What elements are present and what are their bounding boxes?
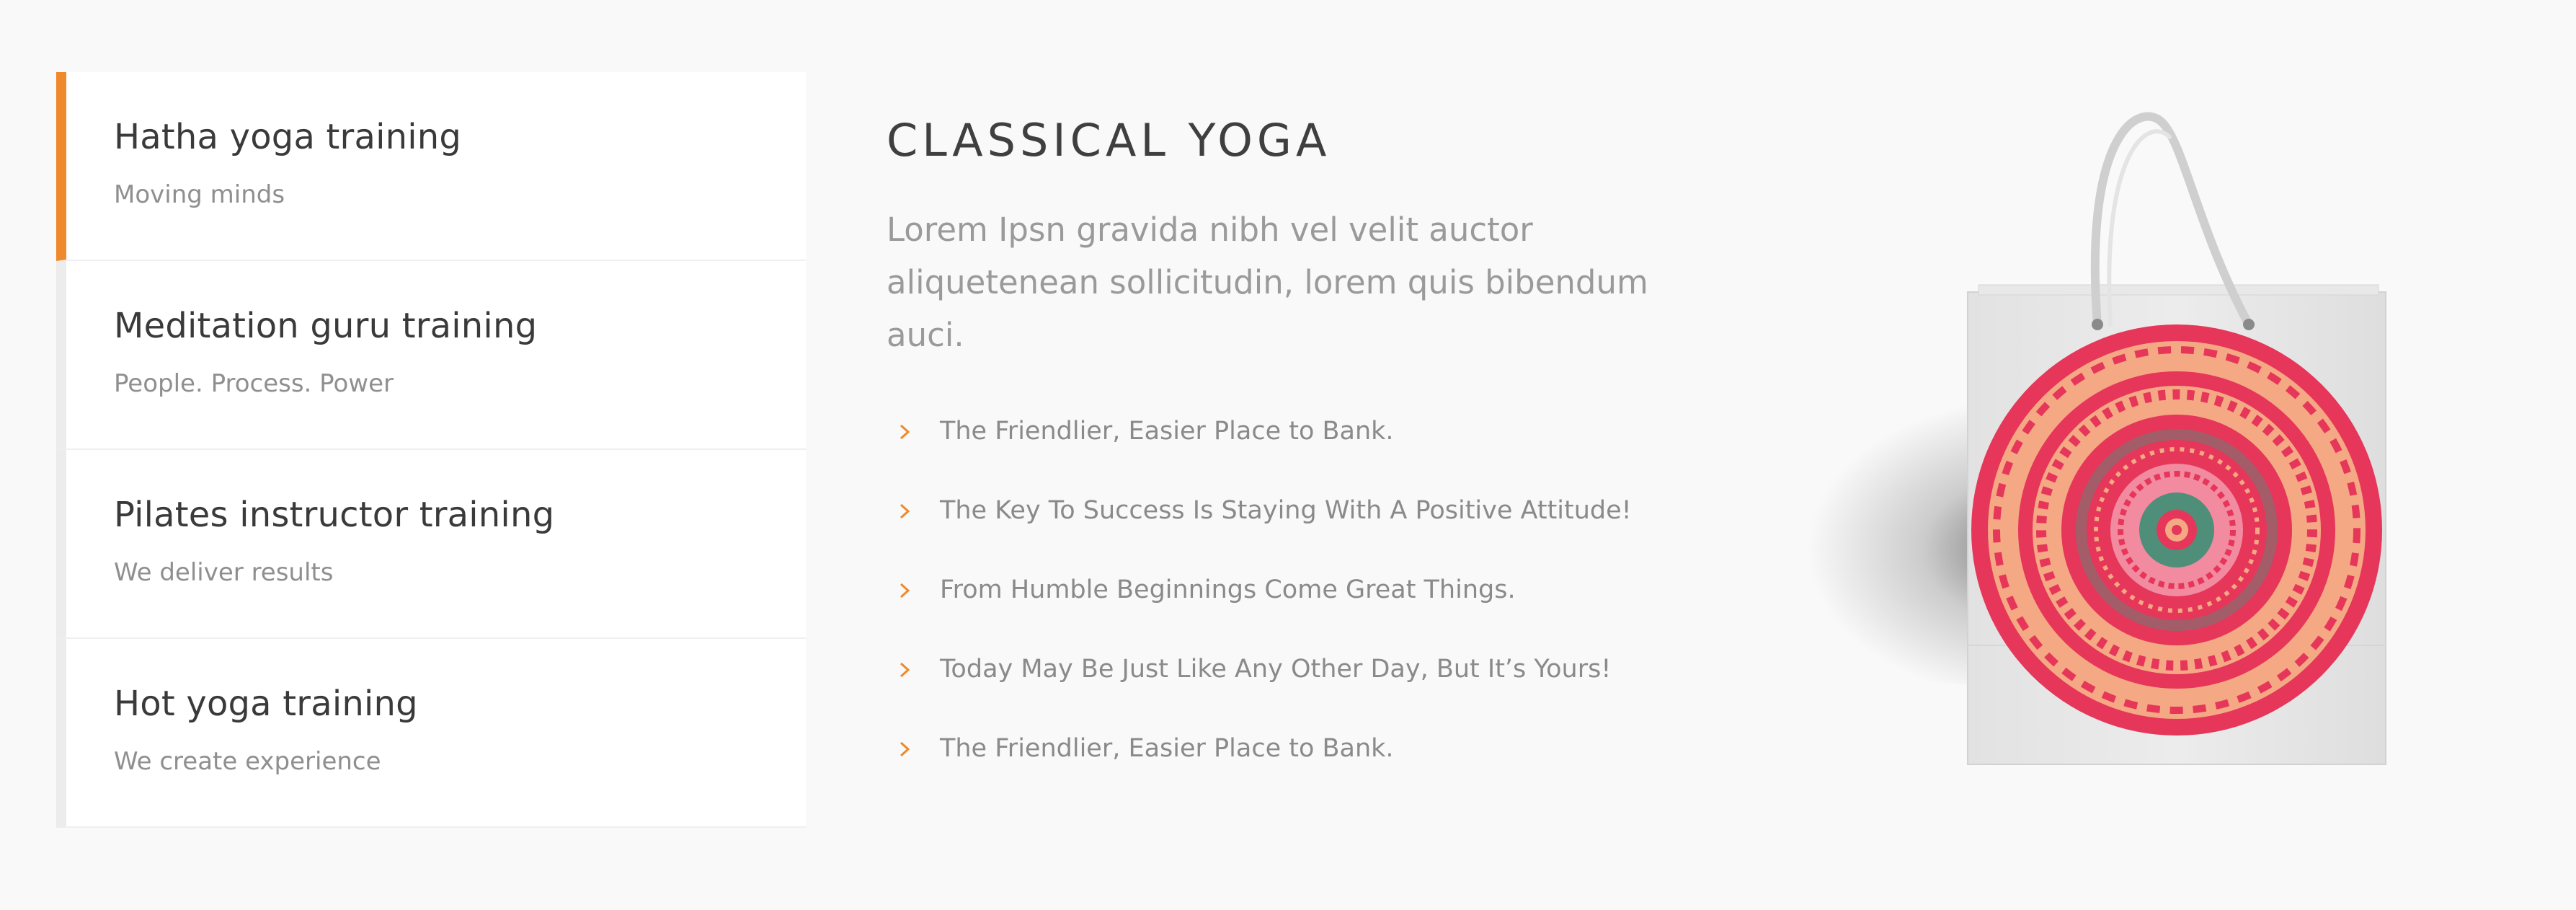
chevron-right-icon [900, 583, 910, 598]
tab-meditation-guru-training[interactable]: Meditation guru training People. Process… [56, 261, 806, 450]
feature-text: From Humble Beginnings Come Great Things… [940, 575, 1516, 604]
chevron-right-icon [900, 424, 910, 440]
feature-text: Today May Be Just Like Any Other Day, Bu… [940, 655, 1612, 684]
chevron-right-icon [900, 741, 910, 757]
feature-item: Today May Be Just Like Any Other Day, Bu… [887, 648, 1632, 727]
feature-text: The Friendlier, Easier Place to Bank. [940, 734, 1394, 763]
tab-list: Hatha yoga training Moving minds Meditat… [56, 72, 806, 828]
chevron-right-icon [900, 503, 910, 519]
feature-text: The Key To Success Is Staying With A Pos… [940, 496, 1632, 525]
feature-list: The Friendlier, Easier Place to Bank. Th… [887, 410, 1632, 806]
tab-title: Pilates instructor training [114, 495, 555, 535]
tab-pilates-instructor-training[interactable]: Pilates instructor training We deliver r… [56, 450, 806, 639]
tab-title: Hot yoga training [114, 684, 418, 724]
feature-text: The Friendlier, Easier Place to Bank. [940, 417, 1394, 446]
feature-item: The Friendlier, Easier Place to Bank. [887, 727, 1632, 806]
tab-subtitle: We deliver results [114, 558, 334, 587]
tab-hot-yoga-training[interactable]: Hot yoga training We create experience [56, 639, 806, 828]
tab-subtitle: Moving minds [114, 180, 285, 209]
tab-subtitle: People. Process. Power [114, 369, 394, 398]
section-heading: CLASSICAL YOGA [887, 114, 1331, 167]
feature-item: From Humble Beginnings Come Great Things… [887, 568, 1632, 648]
tab-title: Meditation guru training [114, 306, 538, 346]
tab-subtitle: We create experience [114, 747, 381, 776]
feature-item: The Key To Success Is Staying With A Pos… [887, 489, 1632, 568]
tab-hatha-yoga-training[interactable]: Hatha yoga training Moving minds [56, 72, 806, 261]
shopping-bag-mandala-image [1751, 112, 2386, 765]
tab-title: Hatha yoga training [114, 117, 462, 157]
lead-paragraph: Lorem Ipsn gravida nibh vel velit auctor… [887, 211, 1648, 354]
chevron-right-icon [900, 662, 910, 678]
feature-item: The Friendlier, Easier Place to Bank. [887, 410, 1632, 489]
